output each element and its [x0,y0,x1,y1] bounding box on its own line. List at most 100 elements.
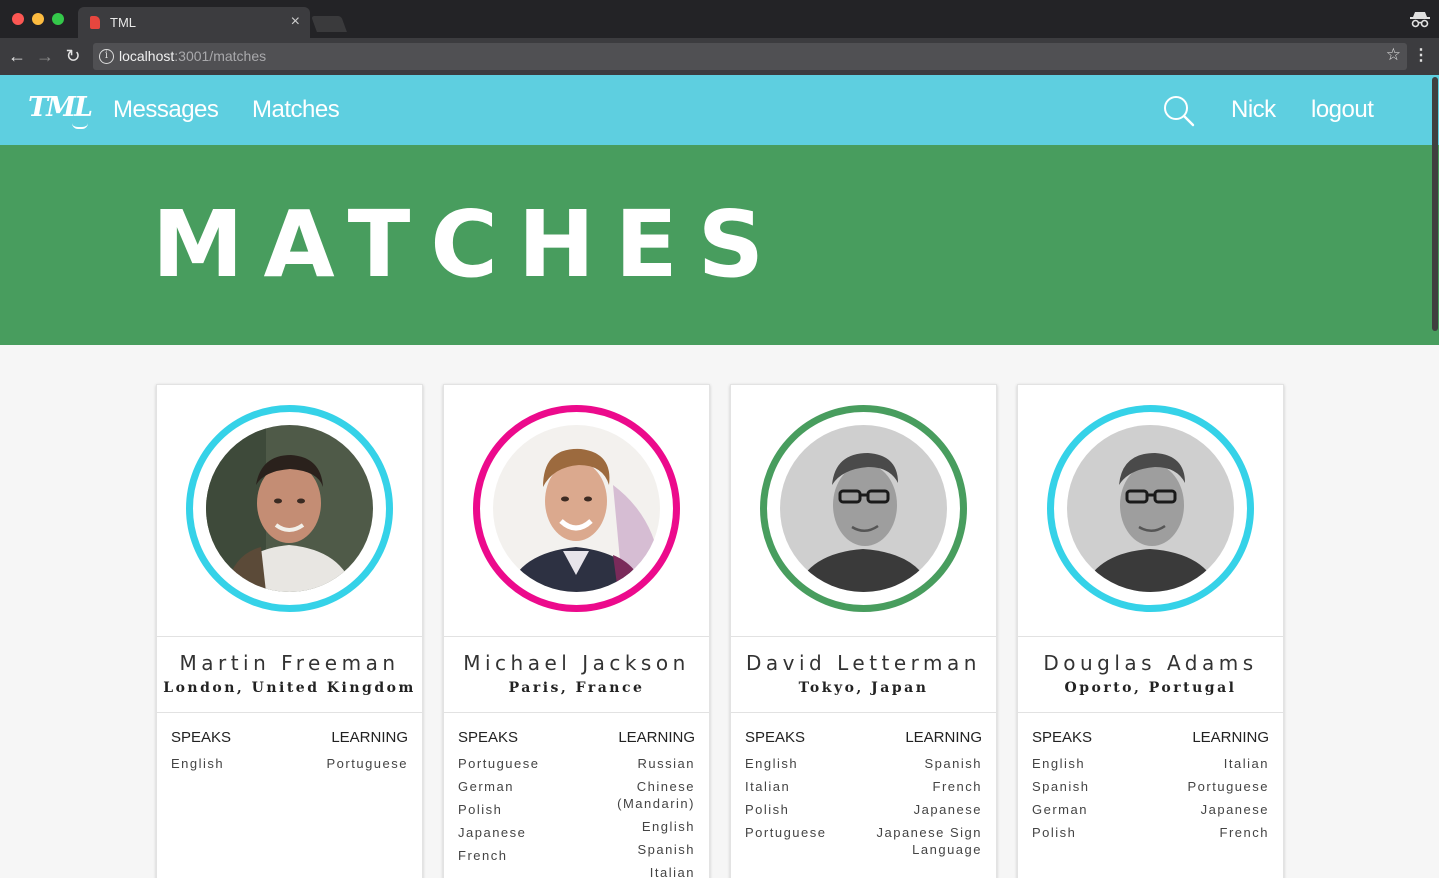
card-divider [731,712,996,713]
speaks-list: English [171,755,296,778]
search-icon[interactable] [1163,95,1195,127]
avatar-ring [760,405,967,612]
language-item: English [745,756,799,771]
language-item: Spanish [1032,779,1090,794]
bookmark-star-icon[interactable]: ☆ [1386,45,1401,65]
learning-list: Italian Portuguese Japanese French [1144,755,1269,847]
match-location: London, United Kingdom [163,680,416,696]
learning-list: Russian Chinese (Mandarin) English Spani… [570,755,695,878]
match-name[interactable]: Douglas Adams [1018,651,1283,675]
avatar-ring [473,405,680,612]
browser-menu-icon[interactable]: ⋮ [1413,46,1429,66]
page-title: MATCHES [152,191,784,298]
tab-title: TML [110,15,136,30]
language-item: Japanese Sign Language [876,825,982,857]
browser-tab-strip: TML × [0,0,1439,38]
page-hero: MATCHES [0,145,1439,345]
match-location: Oporto, Portugal [1064,680,1237,696]
avatar [493,425,660,592]
app-logo[interactable]: TML [28,92,93,123]
new-tab-button[interactable] [311,16,347,32]
match-name[interactable]: Michael Jackson [444,651,709,675]
language-item: Italian [745,779,791,794]
speaks-heading: SPEAKS [1032,729,1093,746]
avatar-ring [1047,405,1254,612]
address-bar[interactable]: i localhost:3001/matches ☆ [93,43,1407,70]
speaks-list: Portuguese German Polish Japanese French [458,755,583,870]
speaks-heading: SPEAKS [745,729,806,746]
card-divider [444,636,709,637]
scrollbar-thumb[interactable] [1432,77,1438,331]
learning-heading: LEARNING [331,729,408,746]
avatar [206,425,373,592]
language-item: Italian [1223,756,1269,771]
language-item: Portuguese [1187,779,1269,794]
speaks-list: English Spanish German Polish [1032,755,1157,847]
logout-link[interactable]: logout [1311,96,1374,124]
card-divider [157,712,422,713]
site-info-icon[interactable]: i [99,49,114,64]
back-arrow-icon[interactable]: ← [6,45,28,67]
language-item: Polish [745,802,790,817]
language-item: Italian [649,865,695,878]
language-item: English [1032,756,1086,771]
language-item: English [641,819,695,834]
url-text[interactable]: localhost:3001/matches [119,48,266,64]
language-item: Spanish [637,842,695,857]
page-scrollbar[interactable] [1431,75,1439,878]
nav-link-messages[interactable]: Messages [113,96,219,124]
learning-heading: LEARNING [1192,729,1269,746]
window-close-button[interactable] [12,13,24,25]
incognito-icon [1410,12,1430,28]
avatar [1067,425,1234,592]
match-card[interactable]: David Letterman Tokyo, Japan SPEAKS LEAR… [730,384,997,878]
page-viewport: TML Messages Matches Nick logout MATCHES [0,75,1439,878]
tab-favicon-icon [90,16,100,29]
match-card[interactable]: Douglas Adams Oporto, Portugal SPEAKS LE… [1017,384,1284,878]
card-divider [1018,712,1283,713]
language-item: Polish [1032,825,1077,840]
url-host: localhost [119,48,175,64]
match-card[interactable]: Michael Jackson Paris, France SPEAKS LEA… [443,384,710,878]
match-name[interactable]: David Letterman [731,651,996,675]
language-item: Chinese (Mandarin) [617,779,695,811]
avatar [780,425,947,592]
learning-list: Spanish French Japanese Japanese Sign La… [857,755,982,864]
language-item: Russian [637,756,695,771]
tab-close-icon[interactable]: × [291,12,300,32]
learning-list: Portuguese [283,755,408,778]
language-item: Spanish [924,756,982,771]
card-divider [1018,636,1283,637]
learning-heading: LEARNING [905,729,982,746]
url-path: :3001/matches [174,48,267,64]
language-item: Polish [458,802,503,817]
learning-heading: LEARNING [618,729,695,746]
language-item: Portuguese [326,756,408,771]
language-item: Japanese [1200,802,1269,817]
language-item: French [458,848,508,863]
avatar-ring [186,405,393,612]
card-divider [444,712,709,713]
browser-tab-active[interactable]: TML × [78,7,310,38]
language-item: French [1219,825,1269,840]
speaks-list: English Italian Polish Portuguese [745,755,870,847]
language-item: French [932,779,982,794]
window-maximize-button[interactable] [52,13,64,25]
language-item: Portuguese [745,825,827,840]
match-location: Paris, France [508,680,645,696]
match-card[interactable]: Martin Freeman London, United Kingdom SP… [156,384,423,878]
reload-icon[interactable]: ↻ [62,45,84,67]
nav-user-name[interactable]: Nick [1231,96,1276,124]
forward-arrow-icon[interactable]: → [34,45,56,67]
speaks-heading: SPEAKS [458,729,519,746]
window-minimize-button[interactable] [32,13,44,25]
language-item: German [1032,802,1088,817]
language-item: Japanese [458,825,527,840]
language-item: Japanese [913,802,982,817]
card-divider [157,636,422,637]
nav-link-matches[interactable]: Matches [252,96,340,124]
app-navbar: TML Messages Matches Nick logout [0,75,1439,145]
logo-swash [72,123,88,129]
match-name[interactable]: Martin Freeman [157,651,422,675]
card-divider [731,636,996,637]
